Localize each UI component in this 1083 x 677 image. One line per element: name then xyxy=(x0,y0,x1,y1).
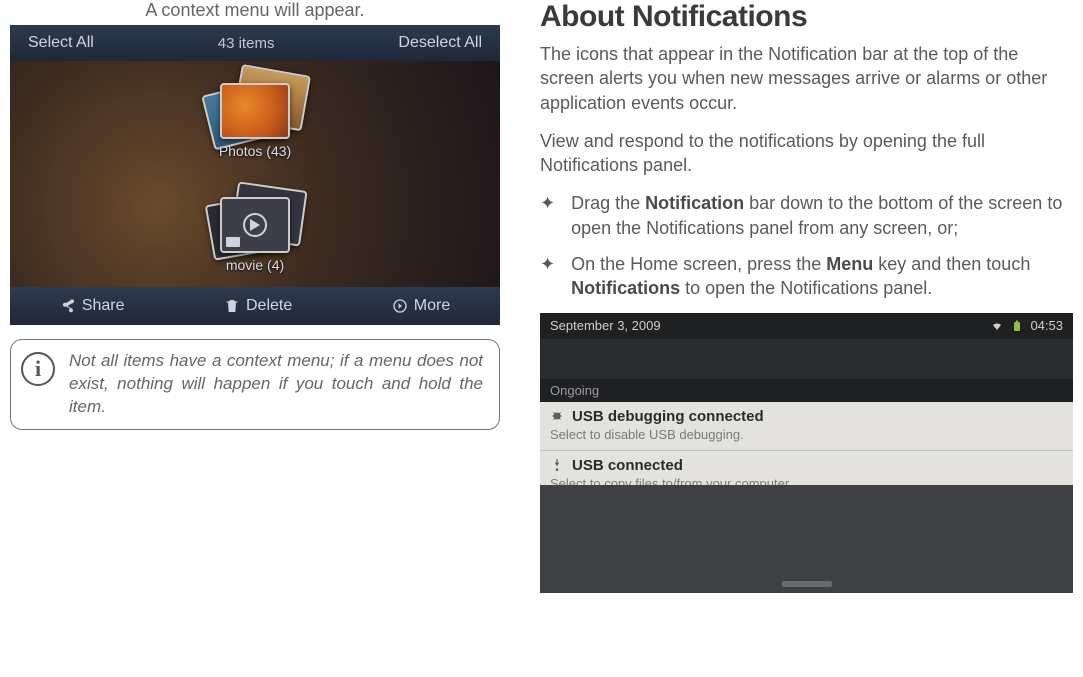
notifications-para-2: View and respond to the notifications by… xyxy=(540,129,1073,178)
notification-item-usb-debugging[interactable]: USB debugging connected Select to disabl… xyxy=(540,402,1073,451)
bullet2-post: to open the Notifications panel. xyxy=(680,278,932,298)
item-count-label: 43 items xyxy=(94,35,399,52)
panel-lower-area xyxy=(540,485,1073,593)
status-date: September 3, 2009 xyxy=(550,318,661,333)
notif-item1-sub: Select to disable USB debugging. xyxy=(550,427,1063,442)
gallery-topbar: Select All 43 items Deselect All xyxy=(10,25,500,61)
info-icon: i xyxy=(21,352,55,386)
usb-icon xyxy=(550,458,564,472)
bullet1-bold: Notification xyxy=(645,193,744,213)
more-button[interactable]: More xyxy=(392,297,450,315)
context-menu-caption: A context menu will appear. xyxy=(10,0,500,21)
share-icon xyxy=(60,298,76,314)
gallery-screenshot: Select All 43 items Deselect All Photos … xyxy=(10,25,500,325)
wifi-icon xyxy=(990,320,1004,332)
notifications-para-1: The icons that appear in the Notificatio… xyxy=(540,42,1073,115)
about-notifications-heading: About Notifications xyxy=(540,0,1073,34)
deselect-all-button[interactable]: Deselect All xyxy=(398,34,482,52)
panel-drag-handle[interactable] xyxy=(782,581,832,587)
notif-item1-title: USB debugging connected xyxy=(572,408,764,425)
bullet2-bold1: Menu xyxy=(826,254,873,274)
select-all-button[interactable]: Select All xyxy=(28,34,94,52)
movie-stack-label: movie (4) xyxy=(226,257,284,273)
bullet1-pre: Drag the xyxy=(571,193,645,213)
bug-icon xyxy=(550,409,564,423)
delete-button[interactable]: Delete xyxy=(224,297,292,315)
bullet2-mid: key and then touch xyxy=(873,254,1030,274)
status-time: 04:53 xyxy=(1030,318,1063,333)
bullet2-pre: On the Home screen, press the xyxy=(571,254,826,274)
more-label: More xyxy=(414,297,450,315)
share-label: Share xyxy=(82,297,125,315)
bullet2-bold2: Notifications xyxy=(571,278,680,298)
star-bullet-icon: ✦ xyxy=(540,191,555,240)
bullet-menu-notifications: ✦ On the Home screen, press the Menu key… xyxy=(540,252,1073,301)
battery-icon xyxy=(1010,320,1024,332)
status-bar: September 3, 2009 04:53 xyxy=(540,313,1073,339)
folder-icon xyxy=(226,237,240,247)
notifications-screenshot: September 3, 2009 04:53 Ongoing USB debu… xyxy=(540,313,1073,593)
trash-icon xyxy=(224,298,240,314)
notification-band xyxy=(540,339,1073,379)
more-icon xyxy=(392,298,408,314)
delete-label: Delete xyxy=(246,297,292,315)
gallery-bottombar: Share Delete More xyxy=(10,287,500,325)
notif-item2-title: USB connected xyxy=(572,457,683,474)
info-text: Not all items have a context menu; if a … xyxy=(69,350,483,419)
bullet-drag-notification: ✦ Drag the Notification bar down to the … xyxy=(540,191,1073,240)
ongoing-header: Ongoing xyxy=(540,379,1073,402)
star-bullet-icon: ✦ xyxy=(540,252,555,301)
play-triangle-icon xyxy=(250,219,260,231)
info-callout: i Not all items have a context menu; if … xyxy=(10,339,500,430)
share-button[interactable]: Share xyxy=(60,297,125,315)
photos-stack-label: Photos (43) xyxy=(219,143,291,159)
